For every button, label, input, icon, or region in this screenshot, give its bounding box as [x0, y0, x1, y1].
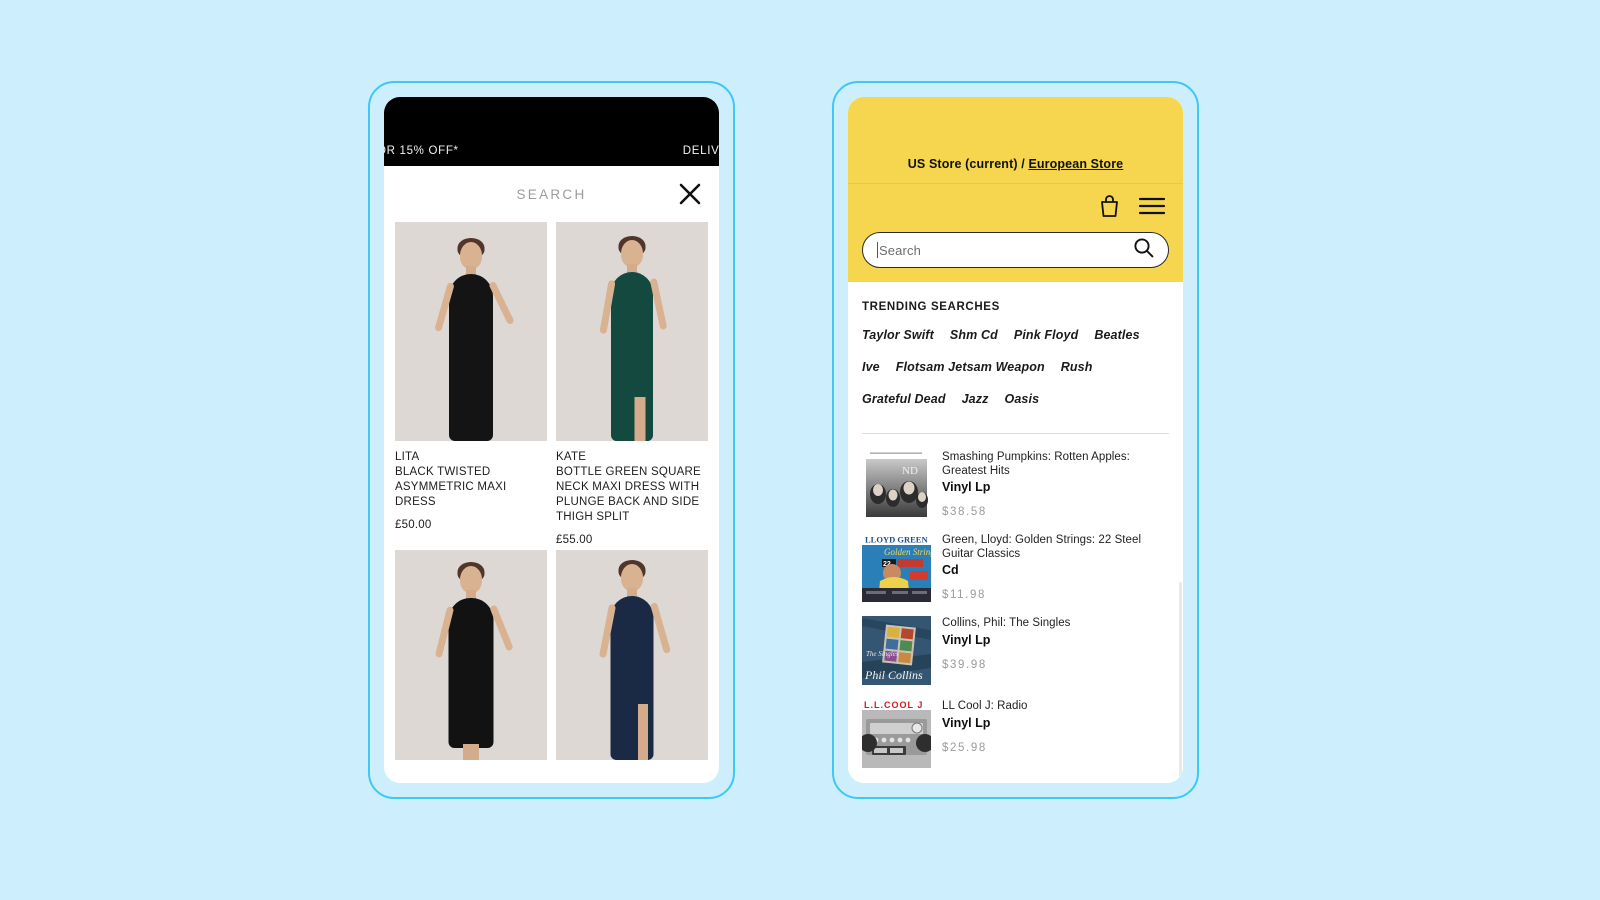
store-current-label: US Store (current) /	[907, 157, 1029, 171]
store-header: US Store (current) / European Store Sear…	[848, 97, 1183, 282]
result-title: Smashing Pumpkins: Rotten Apples: Greate…	[942, 451, 1130, 477]
search-overlay-header: SEARCH	[384, 166, 719, 222]
list-item[interactable]: The Singles Phil Collins Collins, Phil: …	[862, 608, 1169, 691]
product-name: KATE	[556, 451, 587, 463]
result-price: $39.98	[942, 658, 987, 671]
result-title: Green, Lloyd: Golden Strings: 22 Steel G…	[942, 534, 1142, 560]
stage: OR 15% OFF* DELIVERY SEARCH	[0, 0, 1600, 900]
search-input[interactable]: Search	[862, 232, 1169, 268]
trending-tag[interactable]: Ive	[862, 360, 880, 374]
trending-tag[interactable]: Pink Floyd	[1014, 328, 1078, 342]
product-image-navy-maxi[interactable]	[556, 550, 708, 760]
trending-tags: Taylor Swift Shm Cd Pink Floyd Beatles I…	[862, 313, 1169, 415]
album-cover-phil-collins: The Singles Phil Collins	[862, 616, 931, 685]
trending-tag[interactable]: Grateful Dead	[862, 392, 946, 406]
european-store-link[interactable]: European Store	[1028, 157, 1123, 171]
phone-mockup-right: US Store (current) / European Store Sear…	[832, 81, 1199, 799]
trending-row: Ive Flotsam Jetsam Weapon Rush	[862, 351, 1169, 383]
result-format: Vinyl Lp	[942, 632, 991, 647]
left-phone-screen: OR 15% OFF* DELIVERY SEARCH	[384, 97, 719, 783]
album-cover-ll-cool-j: L.L.COOL J	[862, 699, 931, 768]
svg-text:L.L.COOL J: L.L.COOL J	[864, 700, 923, 710]
result-text: LL Cool J: Radio Vinyl Lp $25.98	[942, 699, 1169, 768]
list-item[interactable]: LLOYD GREEN Golden Strings 22	[862, 525, 1169, 608]
album-cover-lloyd-green: LLOYD GREEN Golden Strings 22	[862, 533, 931, 602]
trending-tag[interactable]: Shm Cd	[950, 328, 998, 342]
close-icon[interactable]	[677, 181, 703, 207]
product-image-black-midi[interactable]	[395, 550, 547, 760]
list-item[interactable]: ND Smashing Pumpkins: Rotten Apples: Gre…	[862, 442, 1169, 525]
result-format: Vinyl Lp	[942, 480, 991, 494]
svg-text:LLOYD GREEN: LLOYD GREEN	[865, 535, 928, 545]
album-cover-smashing-pumpkins: ND	[862, 450, 931, 519]
promo-text-right: DELIVERY	[682, 145, 719, 157]
search-wrapper: Search	[848, 232, 1183, 282]
svg-text:Phil Collins: Phil Collins	[864, 668, 923, 682]
product-grid: LITA BLACK TWISTED ASYMMETRIC MAXI DRESS…	[384, 222, 719, 760]
trending-tag[interactable]: Jazz	[962, 392, 989, 406]
product-image-kate[interactable]	[556, 222, 708, 441]
result-title: LL Cool J: Radio	[942, 700, 1028, 712]
store-selector-row: US Store (current) / European Store	[848, 97, 1183, 184]
svg-text:ND: ND	[902, 465, 918, 477]
product-info: LITA BLACK TWISTED ASYMMETRIC MAXI DRESS…	[395, 441, 547, 535]
list-item[interactable]: L.L.COOL J LL Cool J: Radio Vinyl Lp $25…	[862, 691, 1169, 774]
store-selector: US Store (current) / European Store	[908, 157, 1124, 171]
search-title: SEARCH	[516, 186, 587, 202]
search-icon[interactable]	[1133, 237, 1154, 263]
product-card[interactable]	[556, 550, 708, 760]
product-description: BOTTLE GREEN SQUARE NECK MAXI DRESS WITH…	[556, 466, 701, 523]
hamburger-menu-icon[interactable]	[1138, 197, 1166, 220]
product-card[interactable]: LITA BLACK TWISTED ASYMMETRIC MAXI DRESS…	[395, 222, 547, 550]
result-title: Collins, Phil: The Singles	[942, 617, 1071, 629]
search-panel-body: TRENDING SEARCHES Taylor Swift Shm Cd Pi…	[848, 282, 1183, 783]
scrollbar-thumb[interactable]	[1179, 582, 1182, 777]
result-text: Collins, Phil: The Singles Vinyl Lp $39.…	[942, 616, 1169, 685]
product-info: KATE BOTTLE GREEN SQUARE NECK MAXI DRESS…	[556, 441, 708, 550]
search-placeholder: Search	[879, 242, 921, 258]
section-divider	[862, 433, 1169, 434]
result-price: $38.58	[942, 506, 987, 518]
result-format: Cd	[942, 563, 959, 577]
trending-row: Taylor Swift Shm Cd Pink Floyd Beatles	[862, 319, 1169, 351]
result-price: $11.98	[942, 589, 986, 601]
phone-mockup-left: OR 15% OFF* DELIVERY SEARCH	[368, 81, 735, 799]
product-image-lita[interactable]	[395, 222, 547, 441]
product-name: LITA	[395, 451, 420, 463]
product-description: BLACK TWISTED ASYMMETRIC MAXI DRESS	[395, 466, 507, 508]
nav-row	[848, 184, 1183, 232]
result-text: Smashing Pumpkins: Rotten Apples: Greate…	[942, 450, 1169, 519]
trending-tag[interactable]: Taylor Swift	[862, 328, 934, 342]
promo-banner: OR 15% OFF* DELIVERY	[384, 97, 719, 166]
result-format: Vinyl Lp	[942, 715, 991, 730]
product-price: £55.00	[556, 534, 593, 546]
trending-tag[interactable]: Rush	[1061, 360, 1093, 374]
product-card[interactable]	[395, 550, 547, 760]
trending-row: Grateful Dead Jazz Oasis	[862, 383, 1169, 415]
trending-searches-title: TRENDING SEARCHES	[862, 301, 1000, 313]
trending-tag[interactable]: Flotsam Jetsam Weapon	[896, 360, 1045, 374]
product-card[interactable]: KATE BOTTLE GREEN SQUARE NECK MAXI DRESS…	[556, 222, 708, 550]
result-text: Green, Lloyd: Golden Strings: 22 Steel G…	[942, 533, 1169, 602]
product-price: £50.00	[395, 519, 432, 531]
shopping-bag-icon[interactable]	[1098, 194, 1121, 223]
trending-tag[interactable]: Beatles	[1094, 328, 1139, 342]
right-phone-screen: US Store (current) / European Store Sear…	[848, 97, 1183, 783]
trending-tag[interactable]: Oasis	[1005, 392, 1040, 406]
promo-text-left: OR 15% OFF*	[384, 145, 459, 157]
svg-text:The Singles: The Singles	[866, 650, 899, 658]
svg-text:Golden Strings: Golden Strings	[884, 547, 931, 557]
text-caret	[877, 242, 878, 258]
result-price: $25.98	[942, 741, 987, 754]
